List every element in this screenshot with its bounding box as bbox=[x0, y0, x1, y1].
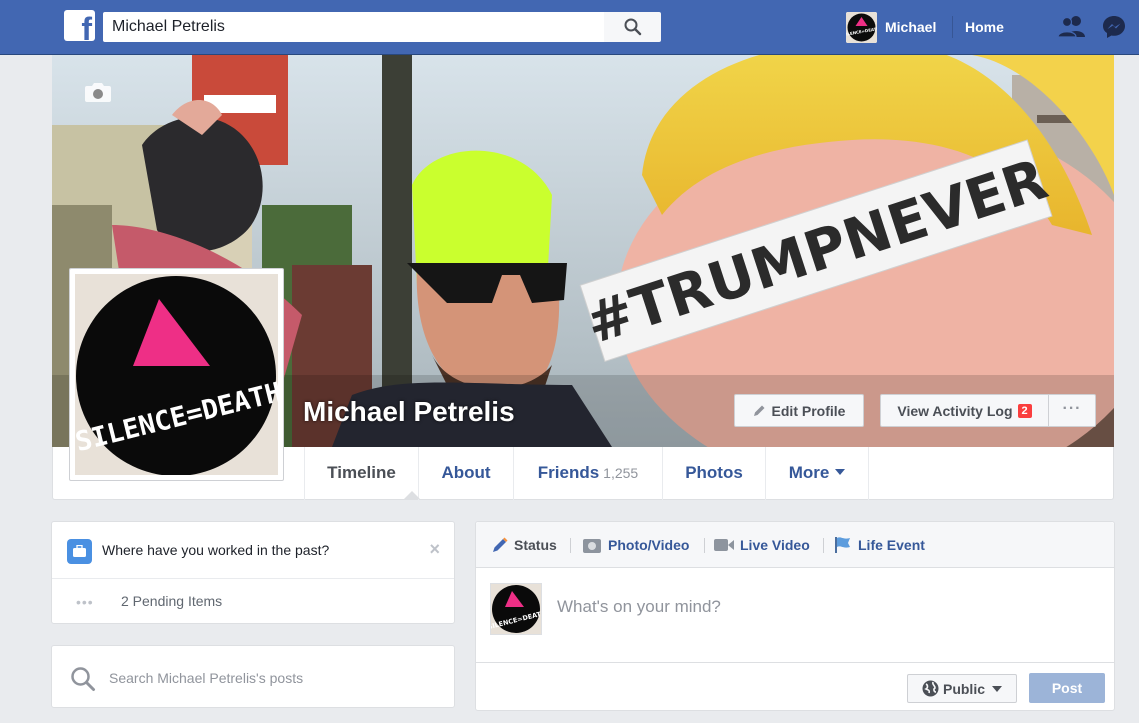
chevron-down-icon bbox=[992, 685, 1002, 692]
edit-profile-label: Edit Profile bbox=[771, 402, 846, 419]
post-button[interactable]: Post bbox=[1029, 673, 1105, 703]
composer-avatar: SILENCE=DEATH bbox=[490, 583, 542, 635]
tab-photos[interactable]: Photos bbox=[662, 447, 765, 500]
edit-profile-button[interactable]: Edit Profile bbox=[734, 394, 864, 427]
nav-user-name: Michael bbox=[885, 19, 937, 35]
post-composer: Status Photo/Video Live Video Life Event… bbox=[475, 521, 1115, 711]
composer-tab-photo-video[interactable]: Photo/Video bbox=[582, 522, 689, 568]
composer-tab-divider bbox=[704, 538, 705, 553]
nav-divider bbox=[952, 16, 953, 38]
search-icon bbox=[71, 667, 95, 691]
composer-input[interactable]: What's on your mind? bbox=[557, 597, 721, 617]
close-icon[interactable]: × bbox=[429, 539, 440, 560]
composer-footer: Public Post bbox=[476, 662, 1114, 712]
pending-dots-icon: ••• bbox=[76, 594, 94, 610]
profile-picture[interactable]: SILENCE=DEATH bbox=[69, 268, 284, 481]
composer-tab-divider bbox=[823, 538, 824, 553]
activity-log-badge: 2 bbox=[1017, 403, 1032, 418]
camera-icon bbox=[583, 538, 601, 553]
top-navigation-bar: f Michael Petrelis SILENCE=DEATH Michael… bbox=[0, 0, 1139, 55]
tab-friends[interactable]: Friends 1,255 bbox=[513, 447, 662, 500]
tab-more[interactable]: More bbox=[765, 447, 869, 500]
search-icon bbox=[624, 18, 641, 36]
tab-timeline[interactable]: Timeline bbox=[304, 447, 418, 500]
friends-count: 1,255 bbox=[603, 465, 639, 481]
search-posts-card[interactable]: Search Michael Petrelis's posts bbox=[51, 645, 455, 708]
search-posts-input[interactable]: Search Michael Petrelis's posts bbox=[109, 670, 303, 686]
pencil-icon bbox=[753, 405, 765, 416]
work-prompt-question: Where have you worked in the past? bbox=[102, 542, 330, 558]
tab-about[interactable]: About bbox=[418, 447, 513, 500]
video-camera-icon bbox=[714, 539, 734, 551]
composer-tab-life-event[interactable]: Life Event bbox=[834, 522, 925, 568]
silence-death-button-image: SILENCE=DEATH bbox=[75, 274, 278, 475]
friend-requests-icon[interactable] bbox=[1057, 14, 1087, 43]
avatar: SILENCE=DEATH bbox=[846, 11, 877, 43]
globe-icon bbox=[922, 680, 939, 697]
composer-tab-status[interactable]: Status bbox=[492, 522, 557, 568]
flag-icon bbox=[835, 537, 850, 553]
search-button[interactable] bbox=[604, 12, 661, 42]
composer-tab-live-video[interactable]: Live Video bbox=[714, 522, 810, 568]
facebook-logo-icon[interactable]: f bbox=[64, 10, 95, 41]
nav-profile-link[interactable]: SILENCE=DEATH Michael bbox=[846, 11, 937, 43]
active-tab-indicator bbox=[404, 491, 420, 499]
update-cover-camera-icon[interactable] bbox=[84, 81, 112, 103]
more-options-button[interactable]: ··· bbox=[1049, 394, 1096, 427]
briefcase-icon bbox=[67, 539, 92, 564]
work-prompt-card: Where have you worked in the past? × •••… bbox=[51, 521, 455, 624]
audience-selector-button[interactable]: Public bbox=[907, 674, 1017, 703]
chevron-down-icon bbox=[835, 469, 846, 476]
composer-tab-divider bbox=[570, 538, 571, 553]
profile-name[interactable]: Michael Petrelis bbox=[303, 396, 515, 428]
messenger-icon[interactable] bbox=[1101, 14, 1127, 45]
work-prompt-row[interactable]: Where have you worked in the past? × bbox=[52, 522, 454, 579]
search-input[interactable]: Michael Petrelis bbox=[103, 12, 604, 42]
view-activity-log-button[interactable]: View Activity Log 2 bbox=[880, 394, 1049, 427]
pending-items-link[interactable]: 2 Pending Items bbox=[121, 593, 222, 609]
composer-tabs: Status Photo/Video Live Video Life Event bbox=[476, 522, 1114, 568]
nav-home-link[interactable]: Home bbox=[965, 12, 1004, 42]
pencil-icon bbox=[493, 537, 508, 552]
activity-log-label: View Activity Log bbox=[897, 402, 1013, 419]
